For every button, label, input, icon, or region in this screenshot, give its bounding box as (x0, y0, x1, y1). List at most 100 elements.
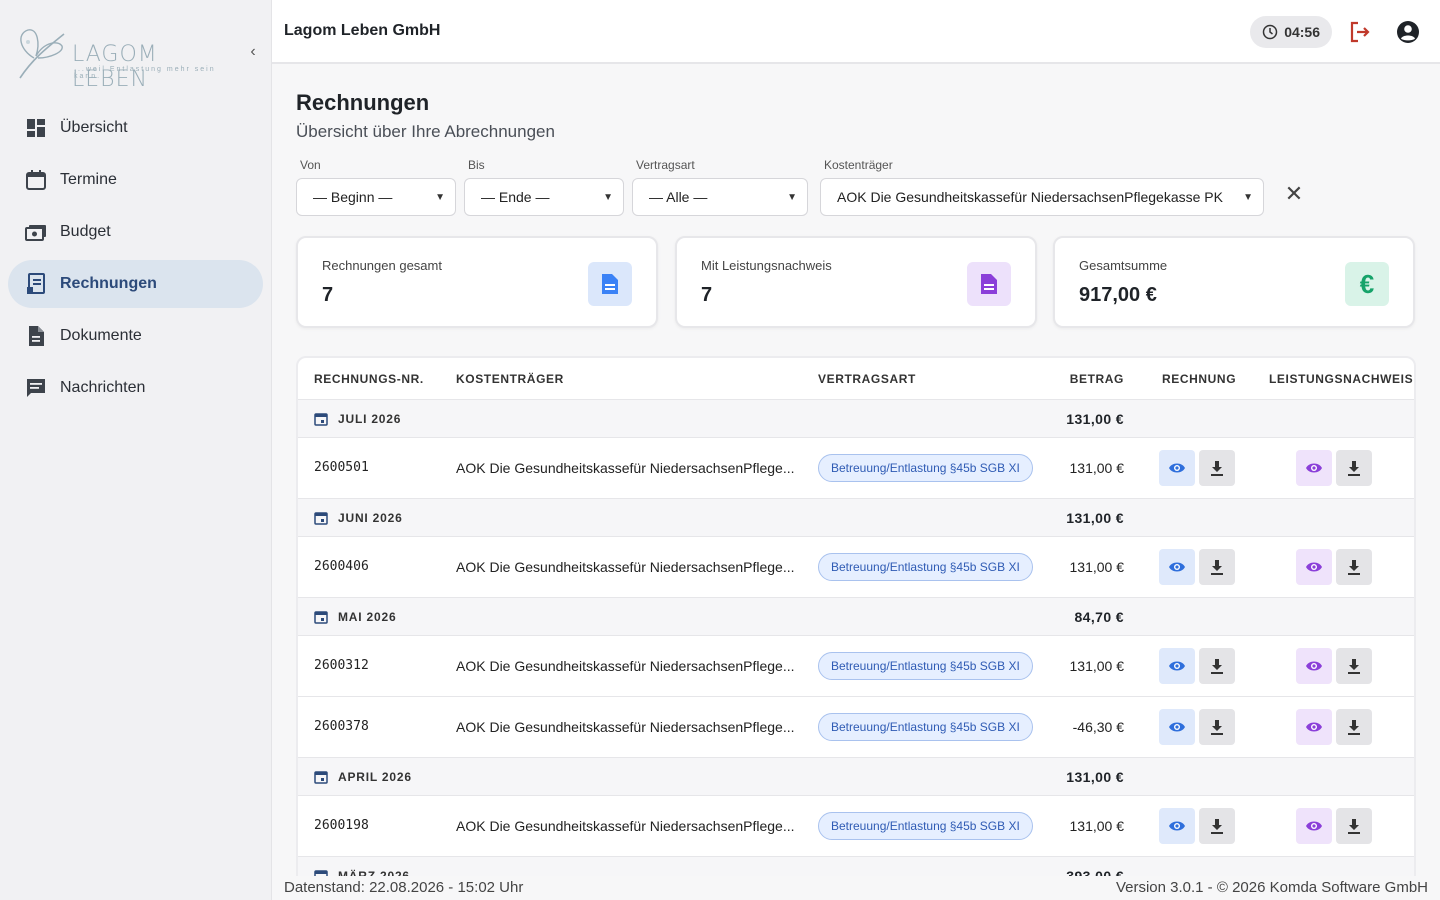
download-invoice-button[interactable] (1199, 549, 1235, 585)
download-invoice-button[interactable] (1199, 450, 1235, 486)
sidebar-item-budget[interactable]: Budget (8, 208, 263, 256)
filter-vertragsart: Vertragsart — Alle — ▼ (632, 158, 808, 216)
download-invoice-button[interactable] (1199, 808, 1235, 844)
close-icon: ✕ (1284, 181, 1304, 206)
card-value: 7 (701, 284, 713, 306)
sidebar-item-uebersicht[interactable]: Übersicht (8, 104, 263, 152)
month-group-row: JUNI 2026 131,00 € (298, 499, 1414, 537)
brand-logo[interactable]: LAGOM LEBEN ...weil Entlastung mehr sein… (14, 20, 234, 92)
filter-kostentraeger: Kostenträger AOK Die Gesundheitskassefür… (820, 158, 1264, 216)
view-leistungsnachweis-button[interactable] (1296, 808, 1332, 844)
col-header-betrag[interactable]: BETRAG (1070, 372, 1124, 386)
eye-icon (1169, 722, 1185, 732)
view-invoice-button[interactable] (1159, 648, 1195, 684)
kostentraeger-cell: AOK Die Gesundheitskassefür Niedersachse… (456, 818, 795, 834)
sidebar-item-termine[interactable]: Termine (8, 156, 263, 204)
download-invoice-button[interactable] (1199, 709, 1235, 745)
month-label: MAI 2026 (338, 610, 397, 624)
download-leistungsnachweis-button[interactable] (1336, 709, 1372, 745)
filter-label: Bis (468, 158, 485, 172)
kostentraeger-cell: AOK Die Gesundheitskassefür Niedersachse… (456, 658, 795, 674)
sidebar-collapse-button[interactable]: ‹ (244, 42, 262, 62)
caret-down-icon: ▼ (1243, 191, 1253, 203)
eye-icon (1306, 821, 1322, 831)
calendar-icon (314, 412, 328, 426)
view-invoice-button[interactable] (1159, 549, 1195, 585)
von-select[interactable]: — Beginn — ▼ (296, 178, 456, 216)
download-icon (1211, 720, 1223, 735)
logout-icon (1350, 21, 1370, 43)
col-header-leistungsnachweis: LEISTUNGSNACHWEIS (1269, 372, 1414, 386)
euro-icon: € (1345, 262, 1389, 306)
table-header: RECHNUNGS-NR. KOSTENTRÄGER VERTRAGSART B… (298, 358, 1414, 400)
download-leistungsnachweis-button[interactable] (1336, 450, 1372, 486)
caret-down-icon: ▼ (787, 191, 797, 203)
sidebar-item-label: Budget (60, 223, 111, 240)
invoice-number: 2600198 (314, 818, 369, 833)
card-gesamtsumme: Gesamtsumme 917,00 € € (1053, 236, 1415, 328)
company-name: Lagom Leben GmbH (284, 22, 441, 39)
sidebar-item-label: Rechnungen (60, 275, 157, 292)
account-button[interactable] (1396, 20, 1420, 44)
eye-icon (1306, 661, 1322, 671)
clock-icon (1262, 24, 1278, 40)
download-icon (1348, 560, 1360, 575)
month-label: JUNI 2026 (338, 511, 403, 525)
session-timer: 04:56 (1250, 16, 1332, 48)
view-invoice-button[interactable] (1159, 808, 1195, 844)
download-leistungsnachweis-button[interactable] (1336, 808, 1372, 844)
dashboard-icon (24, 116, 48, 140)
kostentraeger-cell: AOK Die Gesundheitskassefür Niedersachse… (456, 719, 795, 735)
filter-bis: Bis — Ende — ▼ (464, 158, 624, 216)
session-timer-value: 04:56 (1284, 24, 1320, 40)
download-icon (1211, 659, 1223, 674)
chevron-down-icon: ▼ (603, 191, 613, 203)
sidebar-item-nachrichten[interactable]: Nachrichten (8, 364, 263, 412)
invoice-table: RECHNUNGS-NR. KOSTENTRÄGER VERTRAGSART B… (296, 356, 1416, 886)
view-leistungsnachweis-button[interactable] (1296, 549, 1332, 585)
card-mit-leistungsnachweis: Mit Leistungsnachweis 7 (675, 236, 1037, 328)
month-total: 131,00 € (1066, 411, 1124, 427)
sidebar-item-dokumente[interactable]: Dokumente (8, 312, 263, 360)
view-invoice-button[interactable] (1159, 709, 1195, 745)
col-header-vertragsart[interactable]: VERTRAGSART (818, 372, 916, 386)
bis-select[interactable]: — Ende — ▼ (464, 178, 624, 216)
eye-icon (1306, 722, 1322, 732)
eye-icon (1169, 562, 1185, 572)
download-invoice-button[interactable] (1199, 648, 1235, 684)
card-label: Gesamtsumme (1079, 258, 1168, 273)
page-title: Rechnungen (296, 90, 430, 115)
filter-von: Von — Beginn — ▼ (296, 158, 456, 216)
sidebar-nav: Übersicht Termine Budget Rechnungen Doku… (8, 104, 263, 416)
view-invoice-button[interactable] (1159, 450, 1195, 486)
data-timestamp-value: 22.08.2026 - 15:02 Uhr (369, 879, 524, 896)
download-leistungsnachweis-button[interactable] (1336, 648, 1372, 684)
select-value: AOK Die Gesundheitskassefür Niedersachse… (837, 189, 1223, 205)
view-leistungsnachweis-button[interactable] (1296, 709, 1332, 745)
eye-icon (1169, 821, 1185, 831)
col-header-nr[interactable]: RECHNUNGS-NR. (314, 372, 424, 386)
view-leistungsnachweis-button[interactable] (1296, 450, 1332, 486)
logout-button[interactable] (1348, 20, 1372, 44)
sidebar-item-rechnungen[interactable]: Rechnungen (8, 260, 263, 308)
month-label: JULI 2026 (338, 412, 402, 426)
invoice-number: 2600312 (314, 658, 369, 673)
eye-icon (1169, 661, 1185, 671)
month-group-row: JULI 2026 131,00 € (298, 400, 1414, 438)
filter-bar: Von — Beginn — ▼ Bis — Ende — ▼ Vertrags… (296, 158, 1416, 222)
card-value: 7 (322, 284, 334, 306)
clear-filters-button[interactable]: ✕ (1282, 182, 1306, 206)
top-header: Lagom Leben GmbH 04:56 (272, 0, 1440, 64)
view-leistungsnachweis-button[interactable] (1296, 648, 1332, 684)
calendar-icon (314, 610, 328, 624)
kostentraeger-cell: AOK Die Gesundheitskassefür Niedersachse… (456, 559, 795, 575)
col-header-kostentraeger[interactable]: KOSTENTRÄGER (456, 372, 564, 386)
vertragsart-select[interactable]: — Alle — ▼ (632, 178, 808, 216)
kostentraeger-select[interactable]: AOK Die Gesundheitskassefür Niedersachse… (820, 178, 1264, 216)
kostentraeger-cell: AOK Die Gesundheitskassefür Niedersachse… (456, 460, 795, 476)
footer: Datenstand: 22.08.2026 - 15:02 Uhr Versi… (272, 876, 1440, 900)
page-subtitle: Übersicht über Ihre Abrechnungen (296, 122, 555, 141)
download-leistungsnachweis-button[interactable] (1336, 549, 1372, 585)
filter-label: Kostenträger (824, 158, 893, 172)
month-total: 84,70 € (1074, 609, 1124, 625)
